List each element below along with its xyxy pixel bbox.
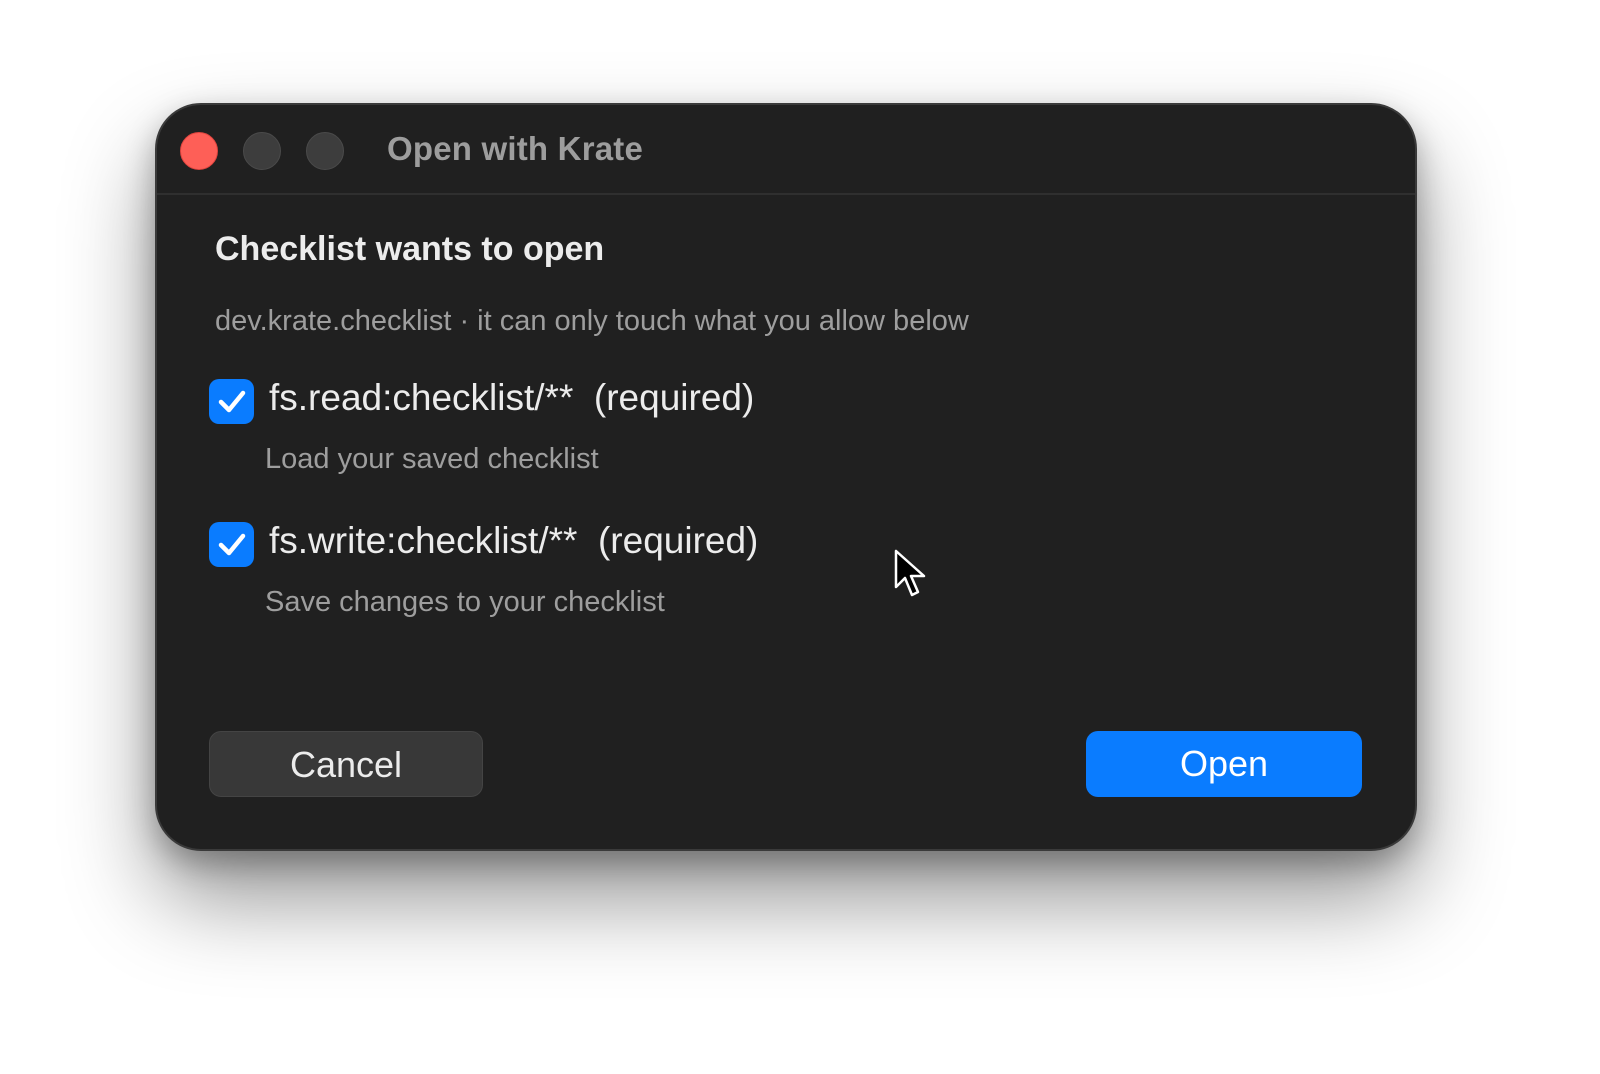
checkmark-icon <box>218 390 246 413</box>
dialog-subtext: dev.krate.checklist · it can only touch … <box>215 305 969 337</box>
close-window-button[interactable] <box>180 132 218 170</box>
window-title: Open with Krate <box>387 130 644 167</box>
open-button[interactable]: Open <box>1086 731 1362 797</box>
title-bar: Open with Krate <box>157 105 1415 195</box>
permission-read-label: fs.read:checklist/** (required) <box>269 377 755 418</box>
checkmark-icon <box>218 533 246 556</box>
desktop-background: Open with Krate Checklist wants to open … <box>0 0 1600 1074</box>
cancel-button[interactable]: Cancel <box>209 731 483 797</box>
mouse-pointer-icon <box>894 549 928 604</box>
permission-write-label: fs.write:checklist/** (required) <box>269 520 759 561</box>
zoom-window-button[interactable] <box>306 132 344 170</box>
permission-read-checkbox[interactable] <box>209 379 254 424</box>
permission-write-checkbox[interactable] <box>209 522 254 567</box>
permission-read-description: Load your saved checklist <box>265 443 599 475</box>
permission-write-description: Save changes to your checklist <box>265 586 665 618</box>
dialog-heading: Checklist wants to open <box>215 230 605 268</box>
minimize-window-button[interactable] <box>243 132 281 170</box>
permission-dialog-window: Open with Krate Checklist wants to open … <box>155 103 1417 851</box>
